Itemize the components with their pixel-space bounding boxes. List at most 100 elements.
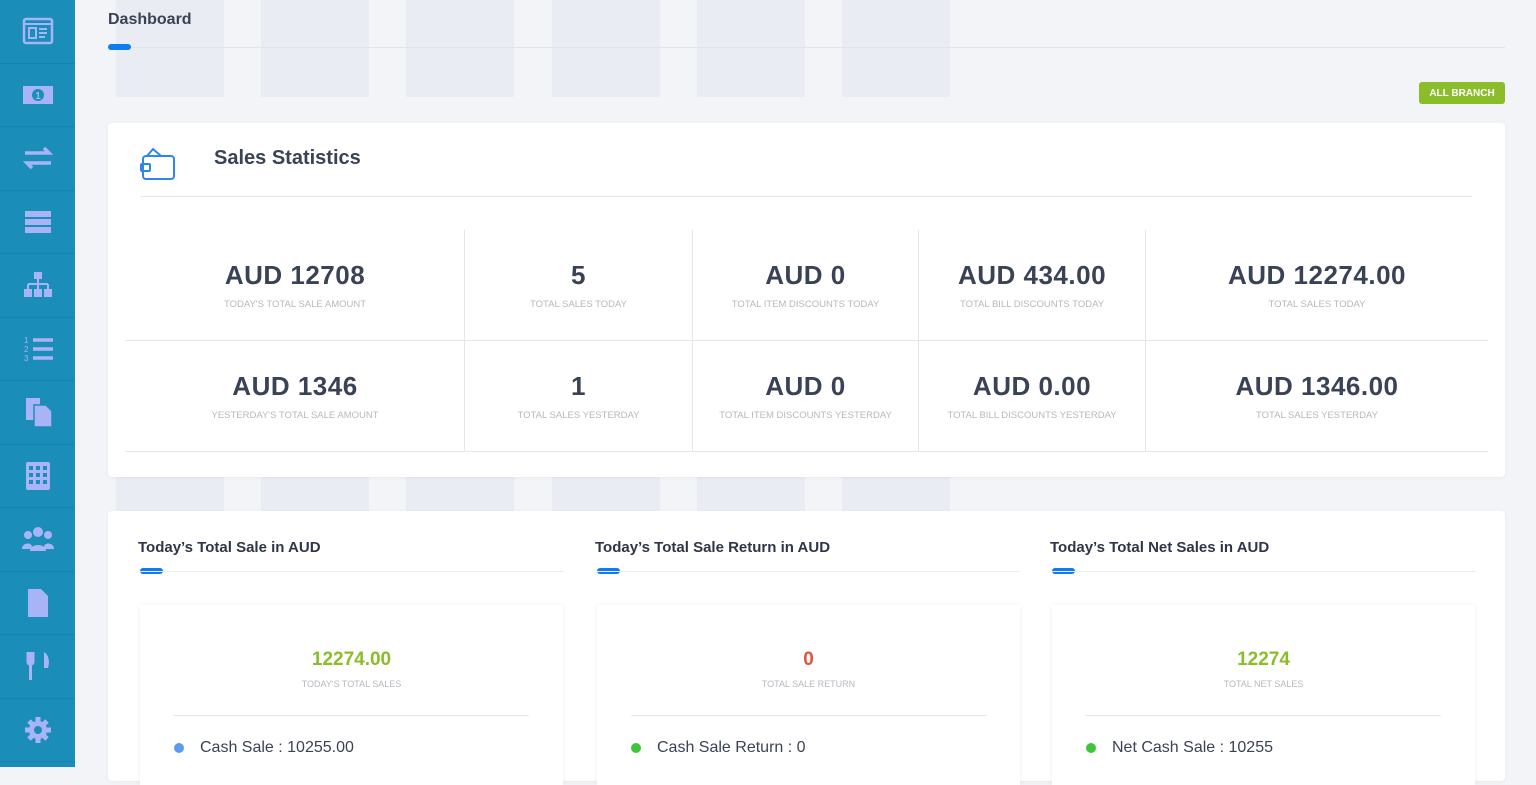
stat-label: TOTAL SALES TODAY <box>1269 299 1366 310</box>
divider <box>174 715 529 716</box>
list-item: Cash Sale : 10255.00 <box>174 739 354 757</box>
bullet-icon <box>631 743 641 753</box>
decor <box>261 477 369 511</box>
sidebar: 1123 <box>0 0 75 767</box>
decor <box>697 477 805 511</box>
section-title: Sales Statistics <box>214 147 361 170</box>
divider <box>597 571 1021 572</box>
sidebar-item-utensils[interactable] <box>0 635 75 699</box>
sitemap-icon <box>20 267 56 303</box>
stat-value: AUD 0.00 <box>973 371 1091 402</box>
decor <box>842 477 950 511</box>
list-item-text: Net Cash Sale : 10255 <box>1112 739 1273 757</box>
users-icon <box>20 521 56 557</box>
stat-value: AUD 1346 <box>232 371 357 402</box>
sidebar-item-calculator[interactable] <box>0 445 75 509</box>
calculator-icon <box>20 458 56 494</box>
money-icon: 1 <box>20 77 56 113</box>
svg-text:2: 2 <box>24 345 29 354</box>
bullet-icon <box>174 743 184 753</box>
all-branch-button[interactable]: ALL BRANCH <box>1419 82 1505 104</box>
divider <box>631 715 986 716</box>
stat-value: 5 <box>571 260 586 291</box>
stat-value: 1 <box>571 371 586 402</box>
server-icon <box>20 204 56 240</box>
sidebar-item-ordered-list[interactable]: 123 <box>0 318 75 382</box>
stat-cell: AUD 434.00 TOTAL BILL DISCOUNTS TODAY <box>919 230 1146 341</box>
transfer-icon <box>20 140 56 176</box>
stat-label: TOTAL SALES YESTERDAY <box>1256 410 1378 421</box>
stats-grid: AUD 12708 TODAY'S TOTAL SALE AMOUNT 5 TOTAL… <box>126 230 1488 452</box>
ordered-list-icon: 123 <box>20 331 56 367</box>
svg-text:3: 3 <box>24 354 29 363</box>
sidebar-item-users[interactable] <box>0 508 75 572</box>
sidebar-item-gear[interactable] <box>0 699 75 763</box>
totals-card: Today’s Total Sale in AUD 12274.00 TODAY'S… <box>108 511 1505 781</box>
decor <box>552 477 660 511</box>
stat-label: TOTAL ITEM DISCOUNTS YESTERDAY <box>719 410 892 421</box>
sidebar-item-copy[interactable] <box>0 381 75 445</box>
bullet-icon <box>1086 743 1096 753</box>
file-icon <box>20 585 56 621</box>
sales-statistics-card: Sales Statistics AUD 12708 TODAY'S TOTAL … <box>108 123 1505 477</box>
list-item-text: Cash Sale : 10255.00 <box>200 739 354 757</box>
stat-value: AUD 1346.00 <box>1235 371 1398 402</box>
panel-title: Today’s Total Sale in AUD <box>138 539 321 556</box>
gear-icon <box>20 712 56 748</box>
stat-label: TOTAL BILL DISCOUNTS TODAY <box>960 299 1104 310</box>
stat-value: AUD 0 <box>765 260 846 291</box>
list-item: Cash Sale Return : 0 <box>631 739 806 757</box>
decor <box>697 0 805 97</box>
stat-label: YESTERDAY'S TOTAL SALE AMOUNT <box>211 410 378 421</box>
divider <box>140 196 1472 197</box>
stat-label: TOTAL BILL DISCOUNTS YESTERDAY <box>947 410 1116 421</box>
panel-summary: 12274.00 TODAY'S TOTAL SALES Cash Sale : 1… <box>140 605 563 785</box>
utensils-icon <box>20 648 56 684</box>
decor <box>406 0 514 97</box>
decor <box>842 0 950 97</box>
panel-label: TODAY'S TOTAL SALES <box>140 679 563 689</box>
stat-cell: AUD 1346 YESTERDAY'S TOTAL SALE AMOUNT <box>126 341 465 452</box>
stat-cell: AUD 12708 TODAY'S TOTAL SALE AMOUNT <box>126 230 465 341</box>
divider <box>140 571 564 572</box>
decor <box>261 0 369 97</box>
stat-cell: AUD 0.00 TOTAL BILL DISCOUNTS YESTERDAY <box>919 341 1146 452</box>
list-item-text: Cash Sale Return : 0 <box>657 739 806 757</box>
sidebar-item-transfer[interactable] <box>0 127 75 191</box>
divider <box>1052 571 1476 572</box>
stat-value: AUD 12274.00 <box>1228 260 1406 291</box>
panel-title: Today’s Total Net Sales in AUD <box>1050 539 1269 556</box>
panel-summary: 12274 TOTAL NET SALES Net Cash Sale : 1025… <box>1052 605 1475 785</box>
copy-icon <box>20 394 56 430</box>
stat-cell: AUD 1346.00 TOTAL SALES YESTERDAY <box>1146 341 1488 452</box>
stat-cell: AUD 12274.00 TOTAL SALES TODAY <box>1146 230 1488 341</box>
divider <box>108 47 1505 48</box>
sidebar-item-file[interactable] <box>0 572 75 636</box>
stat-cell: 1TOTAL SALES YESTERDAY <box>465 341 693 452</box>
decor <box>552 0 660 97</box>
stat-label: TODAY'S TOTAL SALE AMOUNT <box>224 299 366 310</box>
divider <box>1086 715 1441 716</box>
sidebar-item-sitemap[interactable] <box>0 254 75 318</box>
decor <box>116 477 224 511</box>
panel-value: 12274.00 <box>140 649 563 671</box>
svg-text:1: 1 <box>35 91 41 102</box>
panel-summary: 0TOTAL SALE RETURNCash Sale Return : 0 <box>597 605 1020 785</box>
panel-value: 0 <box>597 649 1020 671</box>
list-item: Net Cash Sale : 10255 <box>1086 739 1273 757</box>
stat-cell: AUD 0 TOTAL ITEM DISCOUNTS TODAY <box>693 230 919 341</box>
page-title: Dashboard <box>108 11 192 29</box>
stat-value: AUD 434.00 <box>958 260 1106 291</box>
panel-title: Today’s Total Sale Return in AUD <box>595 539 830 556</box>
sidebar-item-dashboard[interactable] <box>0 0 75 64</box>
stat-cell: AUD 0TOTAL ITEM DISCOUNTS YESTERDAY <box>693 341 919 452</box>
sidebar-item-server[interactable] <box>0 191 75 255</box>
panel-value: 12274 <box>1052 649 1475 671</box>
stat-value: AUD 12708 <box>225 260 365 291</box>
sidebar-item-money[interactable]: 1 <box>0 64 75 128</box>
stat-label: TOTAL SALES TODAY <box>530 299 627 310</box>
stat-label: TOTAL ITEM DISCOUNTS TODAY <box>732 299 880 310</box>
panel-label: TOTAL NET SALES <box>1052 679 1475 689</box>
decor <box>406 477 514 511</box>
svg-text:1: 1 <box>24 336 29 345</box>
